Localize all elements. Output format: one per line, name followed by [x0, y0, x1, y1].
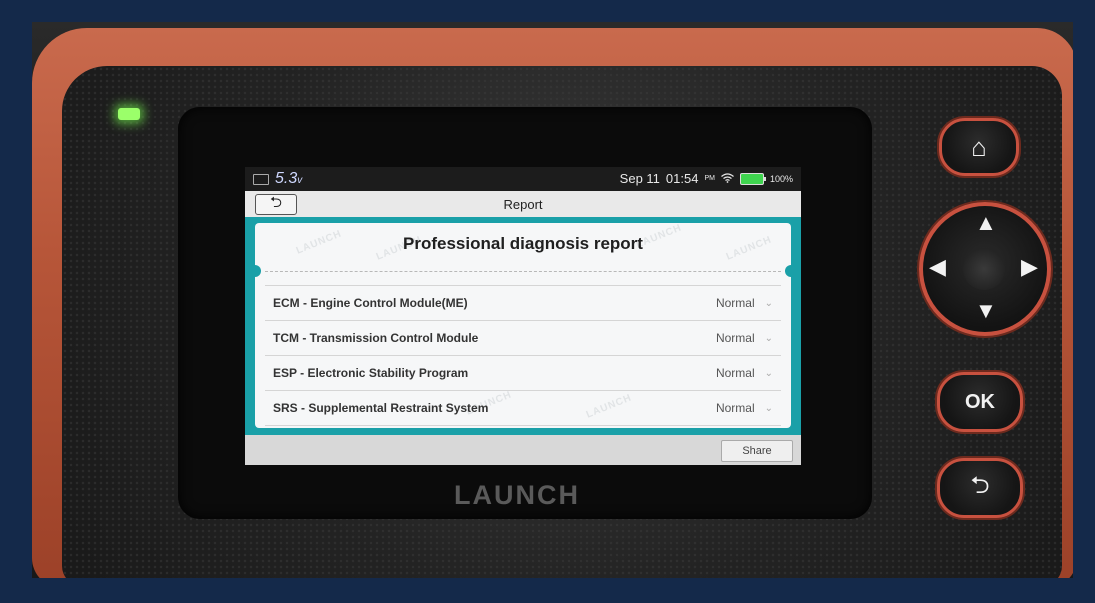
home-button[interactable]: ⌂ [939, 118, 1019, 176]
status-time: 01:54 [665, 171, 699, 186]
power-led [118, 108, 140, 120]
card-notch-right [785, 265, 797, 277]
device-photo: LAUNCH 5.3v Sep 11 01:54 PM 100% ⮌ Repor… [32, 22, 1073, 578]
status-text: Normal [715, 331, 755, 345]
arrow-down-icon[interactable]: ▼ [975, 298, 997, 324]
module-row[interactable]: ECM - Engine Control Module(ME) Normal ⌄ [265, 285, 781, 320]
module-row[interactable]: ESP - Electronic Stability Program Norma… [265, 355, 781, 390]
chevron-down-icon: ⌄ [764, 367, 773, 379]
module-name: TCM - Transmission Control Module [273, 331, 479, 345]
card-notch-left [249, 265, 261, 277]
arrow-right-icon[interactable]: ▶ [1021, 254, 1038, 280]
module-status: Normal ⌄ [716, 401, 773, 415]
module-status: Normal ⌄ [716, 296, 773, 310]
arrow-left-icon[interactable]: ◀ [929, 254, 946, 280]
dpad-center [963, 248, 1005, 290]
share-button[interactable]: Share [721, 440, 793, 462]
voltage-value: 5.3 [275, 170, 298, 187]
voltage-unit: v [297, 175, 303, 186]
battery-icon [739, 172, 766, 185]
status-date: Sep 11 [619, 171, 660, 186]
module-row[interactable]: SRS - Supplemental Restraint System Norm… [265, 390, 781, 426]
brand-logo: LAUNCH [454, 480, 580, 510]
report-content: LAUNCH LAUNCH LAUNCH LAUNCH LAUNCH LAUNC… [245, 217, 801, 435]
status-left: 5.3v [253, 170, 302, 188]
chevron-down-icon: ⌄ [764, 332, 773, 344]
direction-pad[interactable]: ▲ ▼ ◀ ▶ [919, 202, 1051, 336]
report-card[interactable]: LAUNCH LAUNCH LAUNCH LAUNCH LAUNCH LAUNC… [249, 222, 797, 428]
module-status: Normal ⌄ [716, 366, 773, 380]
status-bar: 5.3v Sep 11 01:54 PM 100% [245, 167, 801, 191]
vehicle-battery-icon [253, 173, 269, 185]
page-title: Report [503, 197, 543, 212]
status-text: Normal [715, 401, 755, 415]
home-icon: ⌂ [971, 131, 987, 162]
module-status: Normal ⌄ [716, 331, 773, 345]
title-bar: ⮌ Report [245, 191, 801, 217]
return-icon: ⮌ [970, 471, 990, 499]
module-list: ECM - Engine Control Module(ME) Normal ⌄ … [265, 285, 781, 426]
module-name: SRS - Supplemental Restraint System [273, 401, 489, 415]
chevron-down-icon: ⌄ [764, 297, 773, 309]
status-right: Sep 11 01:54 PM 100% [620, 171, 793, 186]
voltage-reading: 5.3v [275, 170, 302, 188]
wifi-icon [721, 172, 734, 186]
chevron-down-icon: ⌄ [764, 402, 773, 414]
report-heading: Professional diagnosis report [403, 234, 643, 253]
battery-percent: 100% [769, 173, 793, 184]
status-ampm: PM [704, 175, 715, 182]
ok-button[interactable]: OK [937, 372, 1023, 432]
module-name: ESP - Electronic Stability Program [273, 366, 469, 380]
device-screen: 5.3v Sep 11 01:54 PM 100% ⮌ Report LAUNC… [245, 167, 801, 465]
module-name: ECM - Engine Control Module(ME) [273, 296, 468, 310]
dashed-divider [265, 271, 781, 272]
return-button[interactable]: ⮌ [937, 458, 1023, 518]
arrow-up-icon[interactable]: ▲ [975, 210, 997, 236]
bottom-bar: Share [245, 435, 801, 465]
status-text: Normal [715, 366, 755, 380]
status-text: Normal [715, 296, 755, 310]
module-row[interactable]: TCM - Transmission Control Module Normal… [265, 320, 781, 355]
